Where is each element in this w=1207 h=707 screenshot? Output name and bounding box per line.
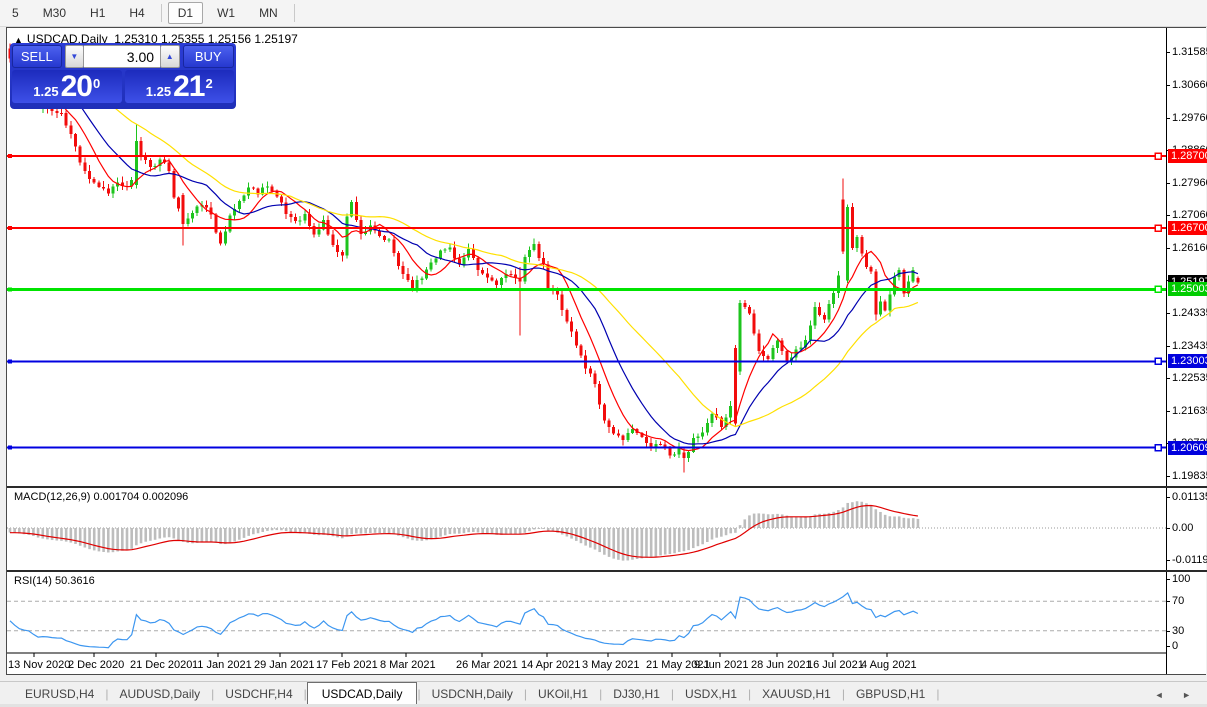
rsi-scale-tick: 100 [1166,573,1191,585]
timeframe-button-m30[interactable]: M30 [33,2,76,24]
buy-price-point: 2 [205,76,213,91]
macd-layer [7,501,1166,561]
svg-text:4 Aug 2021: 4 Aug 2021 [861,659,917,671]
volume-input[interactable] [84,45,161,68]
buy-price-display[interactable]: 1.25 21 2 [124,70,234,103]
price-scale-tick: 1.27060 [1167,209,1207,221]
timeframe-button-w1[interactable]: W1 [207,2,245,24]
svg-text:2 Dec 2020: 2 Dec 2020 [68,659,124,671]
svg-text:3 May 2021: 3 May 2021 [582,659,639,671]
timeframe-toolbar: 5 M30 H1 H4 D1 W1 MN [0,0,1207,27]
svg-text:16 Jul 2021: 16 Jul 2021 [807,659,864,671]
svg-text:13 Nov 2020: 13 Nov 2020 [8,659,70,671]
price-scale-tick: 1.31585 [1167,46,1207,58]
timeframe-button-h1[interactable]: H1 [80,2,115,24]
price-level-badge: 1.23003 [1168,354,1207,369]
sell-button[interactable]: SELL [12,45,62,68]
chart-tab-eurusd-h4[interactable]: EURUSD,H4 [14,683,105,705]
svg-text:26 Mar 2021: 26 Mar 2021 [456,659,518,671]
price-scale-tick: 1.29760 [1167,112,1207,124]
buy-button[interactable]: BUY [182,45,234,68]
chart-tab-bar: EURUSD,H4 | AUDUSD,Daily | USDCHF,H4 | USDCAD,… [0,681,1207,705]
pane-separator[interactable] [7,570,1206,572]
price-scale-tick: 1.27960 [1167,177,1207,189]
one-click-trade-panel: SELL ▼ ▲ BUY 1.25 20 0 1.25 21 2 [10,43,236,109]
price-scale-tick: 1.22535 [1167,372,1207,384]
chevron-down-icon: ▼ [70,52,79,61]
macd-scale-tick: 0.00 [1166,522,1194,534]
rsi-scale-tick: 70 [1166,595,1185,608]
price-scale-tick: 1.24335 [1167,307,1207,319]
sell-price-pips: 20 [60,70,93,103]
svg-text:21 Dec 2020: 21 Dec 2020 [130,659,192,671]
rsi-scale-tick: 30 [1166,624,1185,637]
chart-window: ▲ USDCAD,Daily 1.25310 1.25355 1.25156 1.… [6,27,1207,675]
chart-tab-xauusd-h1[interactable]: XAUUSD,H1 [751,683,842,705]
tab-separator: | [936,687,940,701]
svg-text:8 Mar 2021: 8 Mar 2021 [380,659,436,671]
svg-text:14 Apr 2021: 14 Apr 2021 [521,659,580,671]
svg-text:17 Feb 2021: 17 Feb 2021 [316,659,378,671]
timeframe-button-h4[interactable]: H4 [119,2,154,24]
price-scale-tick: 1.30660 [1167,79,1207,91]
price-level-badge: 1.28700 [1168,149,1207,163]
timeframe-button-5[interactable]: 5 [2,2,29,24]
volume-decrease-button[interactable]: ▼ [64,45,85,68]
sell-price-base: 1.25 [33,84,59,99]
volume-increase-button[interactable]: ▲ [160,45,180,68]
date-axis[interactable]: 13 Nov 20202 Dec 2020 21 Dec 2020 11 Jan 2… [8,653,917,671]
svg-text:29 Jan 2021: 29 Jan 2021 [254,659,315,671]
timeframe-button-mn[interactable]: MN [249,2,288,24]
chart-tab-usdcad-daily[interactable]: USDCAD,Daily [306,682,418,705]
svg-text:11 Jan 2021: 11 Jan 2021 [192,659,252,671]
buy-price-pips: 21 [173,70,205,103]
macd-scale-tick: -0.01190 [1167,554,1207,566]
svg-text:28 Jun 2021: 28 Jun 2021 [751,659,812,671]
price-scale-tick: 1.23435 [1167,340,1207,352]
price-scale-tick: 1.21635 [1167,405,1207,417]
sell-price-display[interactable]: 1.25 20 0 [12,70,122,103]
chart-tab-usdchf-h4[interactable]: USDCHF,H4 [214,683,303,705]
rsi-scale-tick: 0 [1166,640,1179,652]
chart-tab-gbpusd-h1[interactable]: GBPUSD,H1 [845,683,936,705]
chevron-up-icon: ▲ [165,52,174,61]
chart-tab-usdcnh-daily[interactable]: USDCNH,Daily [421,683,524,705]
chart-tab-ukoil-h1[interactable]: UKOil,H1 [527,683,599,705]
rsi-layer [7,591,1166,649]
price-level-badge: 1.26700 [1168,221,1207,236]
price-scale-tick: 1.26160 [1167,242,1207,254]
chart-tab-usdx-h1[interactable]: USDX,H1 [674,683,748,705]
chart-plot-area[interactable]: 13 Nov 2020 2 Dec 2020 21 Dec 2020 11 Jan 2… [7,28,1166,674]
horizontal-lines-layer[interactable] [7,152,1166,452]
price-scale-tick: 1.19835 [1167,470,1207,482]
svg-text:9 Jun 2021: 9 Jun 2021 [694,659,748,671]
macd-indicator-label: MACD(12,26,9) 0.001704 0.002096 [14,491,189,503]
price-level-badge: 1.20609 [1168,440,1207,455]
buy-price-base: 1.25 [145,84,172,99]
tab-scroll-arrows[interactable]: ◄ ► [1155,690,1207,705]
chart-tab-audusd-daily[interactable]: AUDUSD,Daily [108,683,211,705]
toolbar-separator [293,4,295,22]
price-level-badge: 1.25003 [1168,282,1207,297]
price-scale[interactable]: 1.315851.306601.297601.288601.279601.270… [1166,28,1207,674]
timeframe-button-d1[interactable]: D1 [167,2,204,24]
chart-tab-dj30-h1[interactable]: DJ30,H1 [602,683,671,705]
toolbar-separator [160,4,162,22]
rsi-indicator-label: RSI(14) 50.3616 [14,575,95,587]
chart-canvas[interactable]: 13 Nov 20202 Dec 2020 21 Dec 2020 11 Jan 2… [7,28,1166,674]
sell-price-point: 0 [92,76,101,91]
pane-separator[interactable] [7,486,1206,488]
macd-scale-tick: 0.01135 [1167,491,1207,503]
